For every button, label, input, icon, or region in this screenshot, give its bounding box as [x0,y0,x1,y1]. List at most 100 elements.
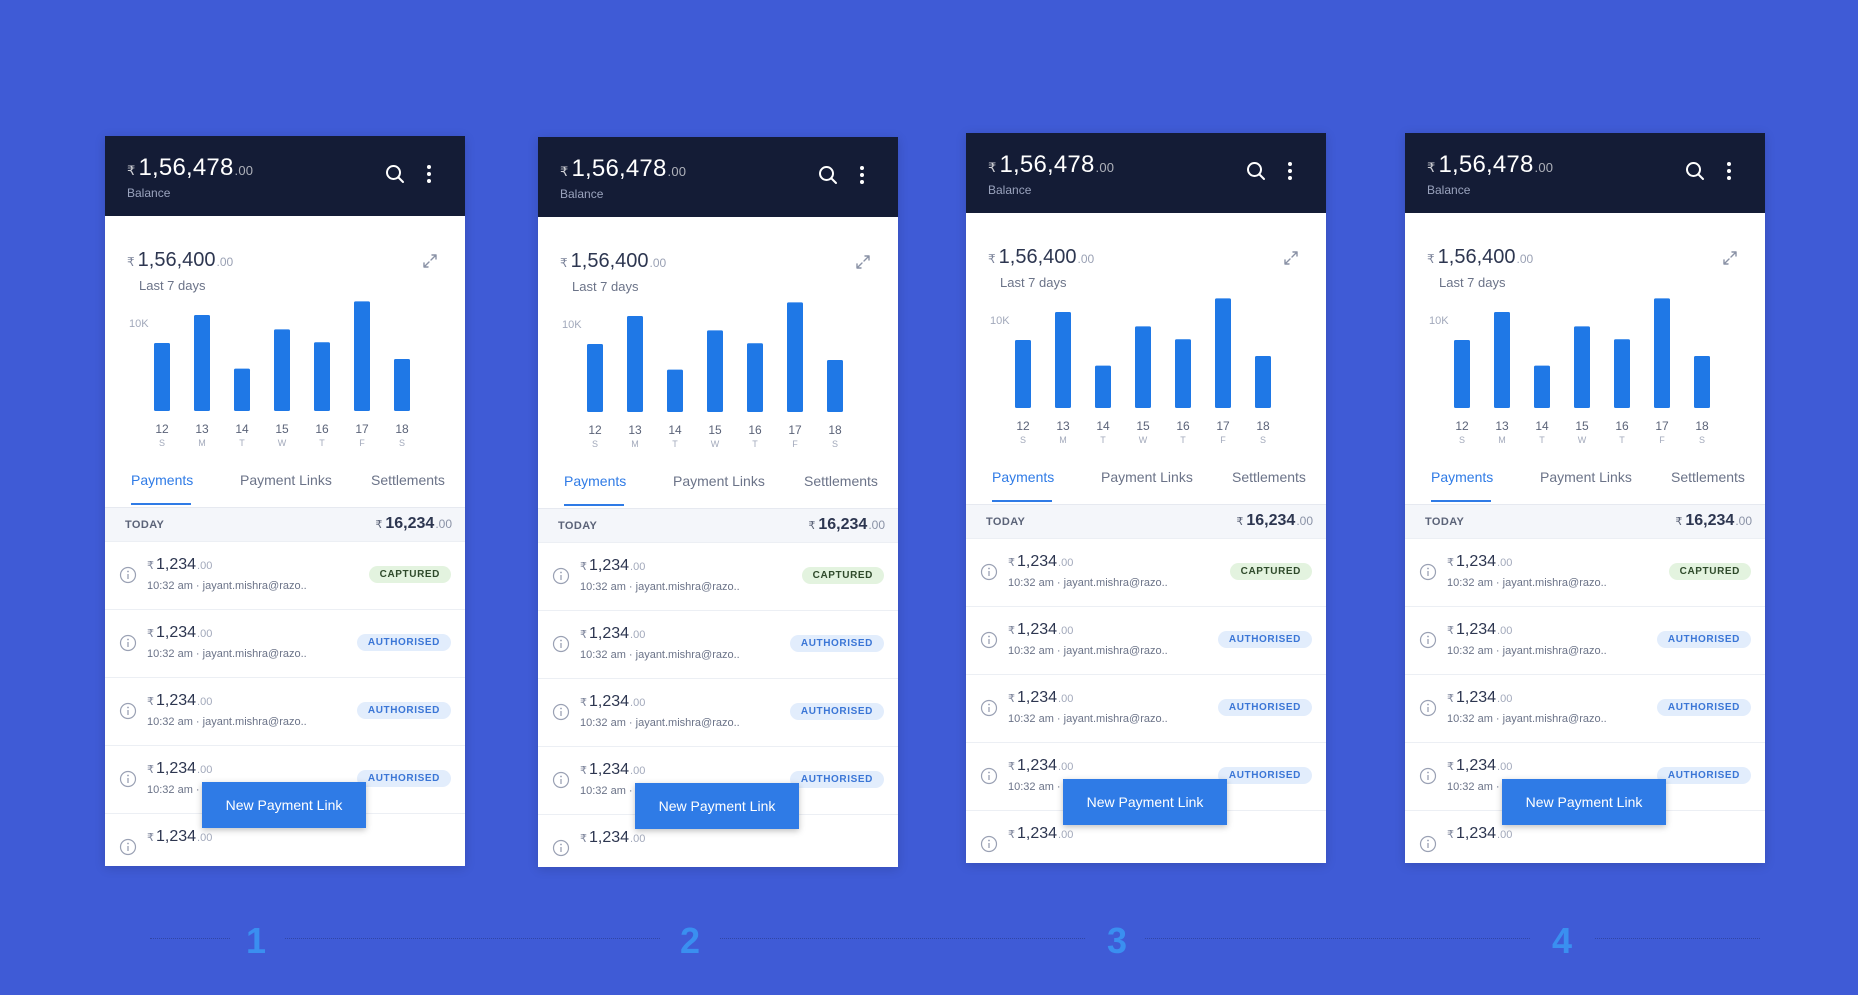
tab-payments[interactable]: Payments [992,469,1054,485]
chart-bar[interactable] [1654,298,1670,408]
tab-settlements[interactable]: Settlements [1232,469,1306,485]
transaction-row[interactable]: ₹1,234.00 10:32 am · jayant.mishra@razo..… [538,611,898,679]
amount-whole: 1,234 [1456,825,1497,842]
more-vertical-icon[interactable] [1278,159,1302,183]
weekday-label: F [1220,435,1226,445]
tab-payment-links[interactable]: Payment Links [240,472,332,488]
chart-bar[interactable] [1454,340,1470,408]
info-icon[interactable] [119,702,137,720]
chart-bar[interactable] [1494,312,1510,408]
transaction-row[interactable]: ₹1,234.00 10:32 am · jayant.mishra@razo..… [966,675,1326,743]
chart-bar[interactable] [1534,365,1550,408]
chart-bar[interactable] [314,342,330,411]
transaction-row[interactable]: ₹1,234.00 10:32 am · jayant.mishra@razo..… [105,610,465,678]
tab-settlements[interactable]: Settlements [1671,469,1745,485]
info-icon[interactable] [1419,563,1437,581]
info-icon[interactable] [552,703,570,721]
transaction-row[interactable]: ₹1,234.00 10:32 am · jayant.mishra@razo..… [966,539,1326,607]
info-icon[interactable] [119,634,137,652]
search-icon[interactable] [383,162,407,186]
amount-whole: 1,234 [156,828,197,845]
day-group-header: TODAY ₹16,234.00 [105,508,465,542]
amount-decimal: .00 [197,560,213,572]
tab-payment-links[interactable]: Payment Links [673,473,765,489]
chart-bar[interactable] [194,315,210,411]
chart-bar[interactable] [354,301,370,411]
chart-bar[interactable] [1015,340,1031,408]
chart-bar[interactable] [234,368,250,411]
chart-bar[interactable] [1694,356,1710,408]
amount-decimal: .00 [197,832,213,844]
tab-settlements[interactable]: Settlements [371,472,445,488]
status-badge: AUTHORISED [1656,699,1751,716]
amount-decimal: .00 [435,517,452,531]
info-icon[interactable] [1419,631,1437,649]
amount-whole: 1,234 [1456,621,1497,638]
search-icon[interactable] [816,163,840,187]
more-vertical-icon[interactable] [1717,159,1741,183]
weekday-label: T [672,439,678,449]
new-payment-link-button[interactable]: New Payment Link [1502,779,1666,825]
chart-bar[interactable] [1175,339,1191,408]
transaction-row[interactable]: ₹1,234.00 10:32 am · jayant.mishra@razo..… [1405,607,1765,675]
search-icon[interactable] [1683,159,1707,183]
chart-bar[interactable] [1135,326,1151,408]
chart-bar[interactable] [1574,326,1590,408]
chart-bar[interactable] [787,302,803,412]
more-vertical-icon[interactable] [417,162,441,186]
info-icon[interactable] [119,838,137,856]
chart-bar[interactable] [1255,356,1271,408]
info-icon[interactable] [552,839,570,857]
info-icon[interactable] [980,631,998,649]
info-icon[interactable] [980,563,998,581]
chart-bar[interactable] [1614,339,1630,408]
info-icon[interactable] [1419,767,1437,785]
tab-payments[interactable]: Payments [1431,469,1493,485]
status-badge: AUTHORISED [1217,699,1312,716]
chart-bar[interactable] [154,343,170,411]
chart-bar[interactable] [747,343,763,412]
x-tick-label: 12 [1016,419,1030,433]
info-icon[interactable] [980,835,998,853]
transaction-row[interactable]: ₹1,234.00 10:32 am · jayant.mishra@razo..… [1405,675,1765,743]
transaction-row[interactable]: ₹1,234.00 10:32 am · jayant.mishra@razo..… [538,679,898,747]
chart-card: ₹1,56,400.00 Last 7 days 10K 12 S 13 M 14 T 15 W 16… [1405,213,1765,451]
chart-bar[interactable] [587,344,603,412]
info-icon[interactable] [1419,699,1437,717]
tab-payment-links[interactable]: Payment Links [1101,469,1193,485]
info-icon[interactable] [980,699,998,717]
chart-bar[interactable] [667,369,683,412]
transaction-row[interactable]: ₹1,234.00 10:32 am · jayant.mishra@razo..… [105,542,465,610]
info-icon[interactable] [552,635,570,653]
more-vertical-icon[interactable] [850,163,874,187]
status-badge: CAPTURED [801,567,884,584]
amount-decimal: .00 [630,833,646,845]
chart-bar[interactable] [394,359,410,411]
new-payment-link-button[interactable]: New Payment Link [635,783,799,829]
search-icon[interactable] [1244,159,1268,183]
info-icon[interactable] [119,566,137,584]
transaction-row[interactable]: ₹1,234.00 10:32 am · jayant.mishra@razo..… [1405,539,1765,607]
chart-bar[interactable] [1215,298,1231,408]
day-total-amount: ₹16,234.00 [808,516,885,534]
chart-bar[interactable] [827,360,843,412]
transaction-row[interactable]: ₹1,234.00 10:32 am · jayant.mishra@razo..… [538,543,898,611]
info-icon[interactable] [119,770,137,788]
info-icon[interactable] [552,567,570,585]
new-payment-link-button[interactable]: New Payment Link [202,782,366,828]
chart-bar[interactable] [1095,365,1111,408]
chart-bar[interactable] [1055,312,1071,408]
tab-settlements[interactable]: Settlements [804,473,878,489]
chart-bar[interactable] [627,316,643,412]
transaction-row[interactable]: ₹1,234.00 10:32 am · jayant.mishra@razo..… [966,607,1326,675]
tab-payments[interactable]: Payments [564,473,626,489]
info-icon[interactable] [552,771,570,789]
info-icon[interactable] [980,767,998,785]
new-payment-link-button[interactable]: New Payment Link [1063,779,1227,825]
transaction-row[interactable]: ₹1,234.00 10:32 am · jayant.mishra@razo..… [105,678,465,746]
chart-bar[interactable] [274,329,290,411]
chart-bar[interactable] [707,330,723,412]
tab-payment-links[interactable]: Payment Links [1540,469,1632,485]
info-icon[interactable] [1419,835,1437,853]
tab-payments[interactable]: Payments [131,472,193,488]
